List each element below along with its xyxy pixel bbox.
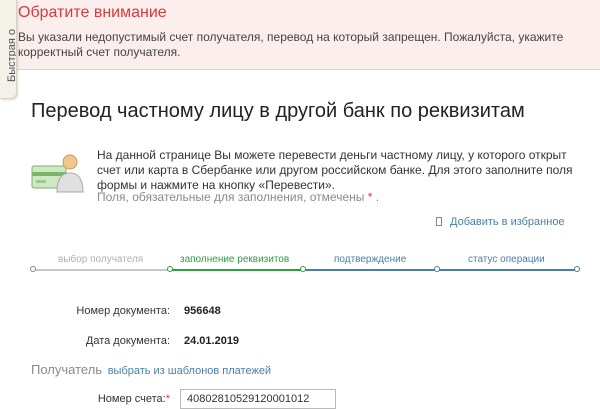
alert-title: Обратите внимание (18, 4, 167, 21)
error-alert: Обратите внимание Вы указали недопустимы… (0, 0, 600, 70)
step-line-pending (303, 269, 577, 271)
step-line-done (33, 269, 170, 271)
quick-access-tab[interactable]: Быстрая о (0, 0, 17, 99)
account-number-label: Номер счета:* (30, 393, 170, 405)
required-note: Поля, обязательные для заполнения, отмеч… (97, 190, 379, 204)
add-to-favorites-label: Добавить в избранное (450, 216, 565, 228)
step-confirmation: подтверждение (334, 254, 407, 265)
page-title: Перевод частному лицу в другой банк по р… (31, 100, 525, 122)
required-note-end: . (375, 190, 380, 204)
step-operation-status: статус операции (468, 254, 545, 265)
step-fill-details: заполнение реквизитов (180, 254, 290, 265)
select-from-templates-link[interactable]: выбрать из шаблонов платежей (108, 365, 271, 377)
step-dot-1 (167, 266, 173, 272)
recipient-section-title: Получатель выбрать из шаблонов платежей (31, 362, 271, 377)
person-card-icon (31, 154, 84, 193)
step-dot-end (574, 266, 580, 272)
document-date-label: Дата документа: (85, 335, 170, 347)
required-star: * (367, 190, 373, 204)
bookmark-icon (436, 217, 442, 226)
quick-access-tab-label: Быстрая о (6, 28, 17, 82)
document-date-value: 24.01.2019 (184, 335, 240, 347)
step-dot-2 (300, 266, 306, 272)
document-number-label: Номер документа: (76, 305, 170, 317)
account-required-star: * (165, 393, 170, 405)
account-number-input[interactable] (180, 389, 336, 409)
step-dot-start (30, 266, 36, 272)
account-number-label-text: Номер счета: (97, 393, 166, 405)
step-dot-3 (434, 266, 440, 272)
progress-steps: выбор получателя заполнение реквизитов п… (30, 254, 580, 274)
recipient-title: Получатель (31, 362, 103, 377)
required-note-text: Поля, обязательные для заполнения, отмеч… (97, 190, 365, 204)
info-text: На данной странице Вы можете перевести д… (97, 148, 573, 192)
document-number-value: 956648 (184, 305, 221, 317)
alert-text: Вы указали недопустимый счет получателя,… (18, 30, 564, 59)
step-select-recipient: выбор получателя (58, 254, 144, 265)
step-line-active (170, 269, 303, 271)
add-to-favorites-link[interactable]: Добавить в избранное (436, 216, 565, 228)
